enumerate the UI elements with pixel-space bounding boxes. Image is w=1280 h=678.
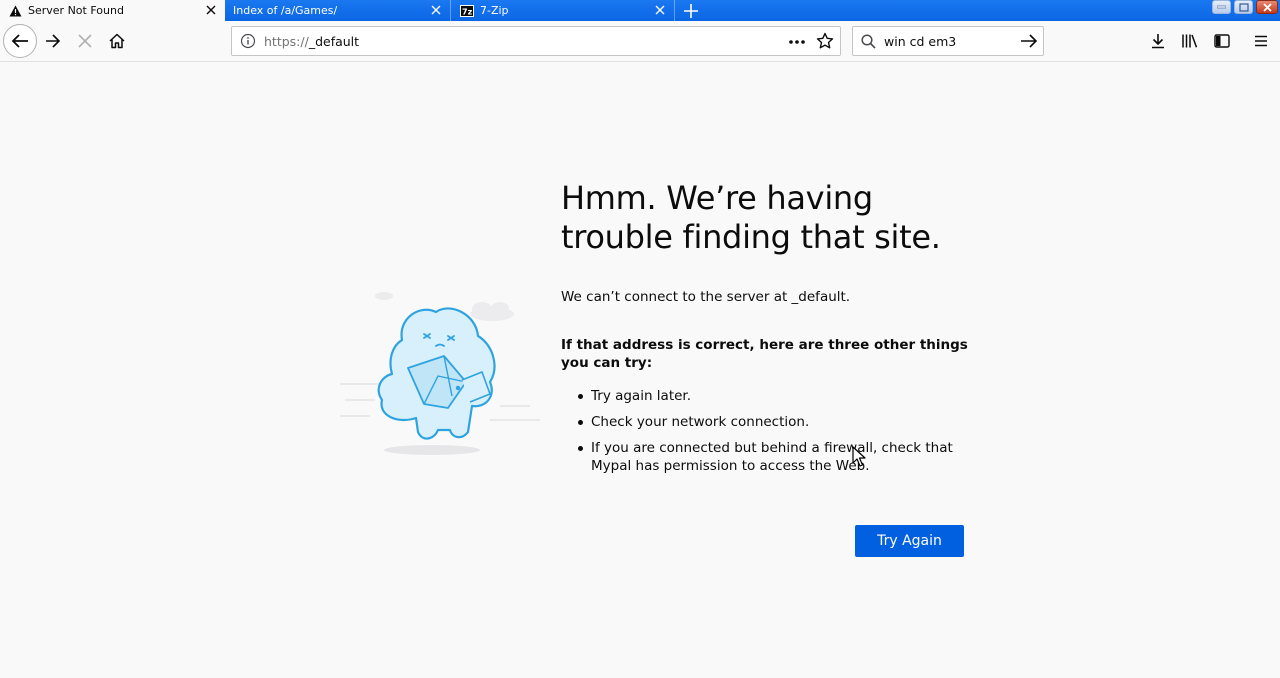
back-arrow-icon bbox=[11, 34, 28, 48]
info-icon[interactable] bbox=[240, 33, 256, 53]
new-tab-button[interactable] bbox=[680, 0, 702, 21]
tab-server-not-found[interactable]: Server Not Found bbox=[0, 0, 225, 21]
mouse-cursor-icon bbox=[852, 446, 866, 467]
url-bar[interactable]: https://_default bbox=[231, 26, 841, 56]
search-icon bbox=[861, 34, 876, 53]
suggestions-list: Try again later. Check your network conn… bbox=[577, 387, 967, 483]
forward-button[interactable] bbox=[37, 25, 69, 57]
navigation-toolbar: https://_default win cd em3 bbox=[0, 21, 1280, 62]
minimize-button[interactable] bbox=[1212, 0, 1231, 14]
back-button[interactable] bbox=[3, 24, 37, 58]
tab-strip: Server Not Found Index of /a/Games/ 7z 7… bbox=[0, 0, 1280, 21]
search-bar[interactable]: win cd em3 bbox=[852, 26, 1044, 56]
window-close-button[interactable] bbox=[1256, 0, 1278, 14]
page-actions-icon[interactable] bbox=[788, 34, 806, 53]
library-icon bbox=[1182, 34, 1198, 48]
maximize-button[interactable] bbox=[1234, 0, 1253, 14]
close-tab-icon[interactable] bbox=[203, 2, 219, 18]
sidebar-toggle-button[interactable] bbox=[1211, 30, 1233, 52]
stop-button[interactable] bbox=[69, 25, 101, 57]
search-input[interactable]: win cd em3 bbox=[884, 34, 956, 49]
minimize-icon bbox=[1217, 5, 1226, 9]
close-tab-icon[interactable] bbox=[652, 2, 668, 18]
plus-icon bbox=[684, 3, 698, 18]
url-host: _default bbox=[308, 34, 360, 49]
suggestions-heading: If that address is correct, here are thr… bbox=[561, 337, 968, 371]
menu-button[interactable] bbox=[1250, 30, 1272, 52]
url-protocol: https:// bbox=[264, 34, 309, 49]
close-icon bbox=[1262, 2, 1272, 12]
library-button[interactable] bbox=[1179, 30, 1201, 52]
disconnected-creature-illustration bbox=[340, 292, 540, 455]
sidebar-icon bbox=[1214, 34, 1230, 48]
home-icon bbox=[109, 33, 125, 49]
error-page: Hmm. We’re having trouble finding that s… bbox=[0, 62, 1280, 678]
error-title: Hmm. We’re having trouble finding that s… bbox=[561, 179, 941, 256]
stop-icon bbox=[78, 34, 92, 48]
downloads-button[interactable] bbox=[1147, 30, 1169, 52]
try-again-button[interactable]: Try Again bbox=[855, 525, 964, 557]
warning-icon bbox=[8, 4, 22, 18]
home-button[interactable] bbox=[101, 25, 133, 57]
search-go-icon[interactable] bbox=[1020, 33, 1038, 53]
tab-index-of-games[interactable]: Index of /a/Games/ bbox=[225, 0, 451, 21]
forward-arrow-icon bbox=[46, 34, 61, 48]
tab-7zip[interactable]: 7z 7-Zip bbox=[452, 0, 675, 21]
suggestion-item: Try again later. bbox=[577, 387, 967, 405]
close-tab-icon[interactable] bbox=[428, 2, 444, 18]
bookmark-star-icon[interactable] bbox=[816, 32, 834, 54]
download-icon bbox=[1152, 34, 1164, 49]
hamburger-menu-icon bbox=[1255, 35, 1267, 47]
suggestion-item: If you are connected but behind a firewa… bbox=[577, 439, 967, 475]
suggestion-item: Check your network connection. bbox=[577, 413, 967, 431]
7zip-icon: 7z bbox=[460, 4, 474, 18]
tab-label: Index of /a/Games/ bbox=[233, 4, 338, 17]
maximize-icon bbox=[1238, 2, 1249, 12]
7zip-icon-text: 7z bbox=[462, 7, 473, 16]
url-text[interactable]: https://_default bbox=[264, 34, 359, 49]
tab-label: 7-Zip bbox=[480, 4, 509, 17]
error-description: We can’t connect to the server at _defau… bbox=[561, 289, 851, 305]
tab-label: Server Not Found bbox=[28, 4, 124, 17]
